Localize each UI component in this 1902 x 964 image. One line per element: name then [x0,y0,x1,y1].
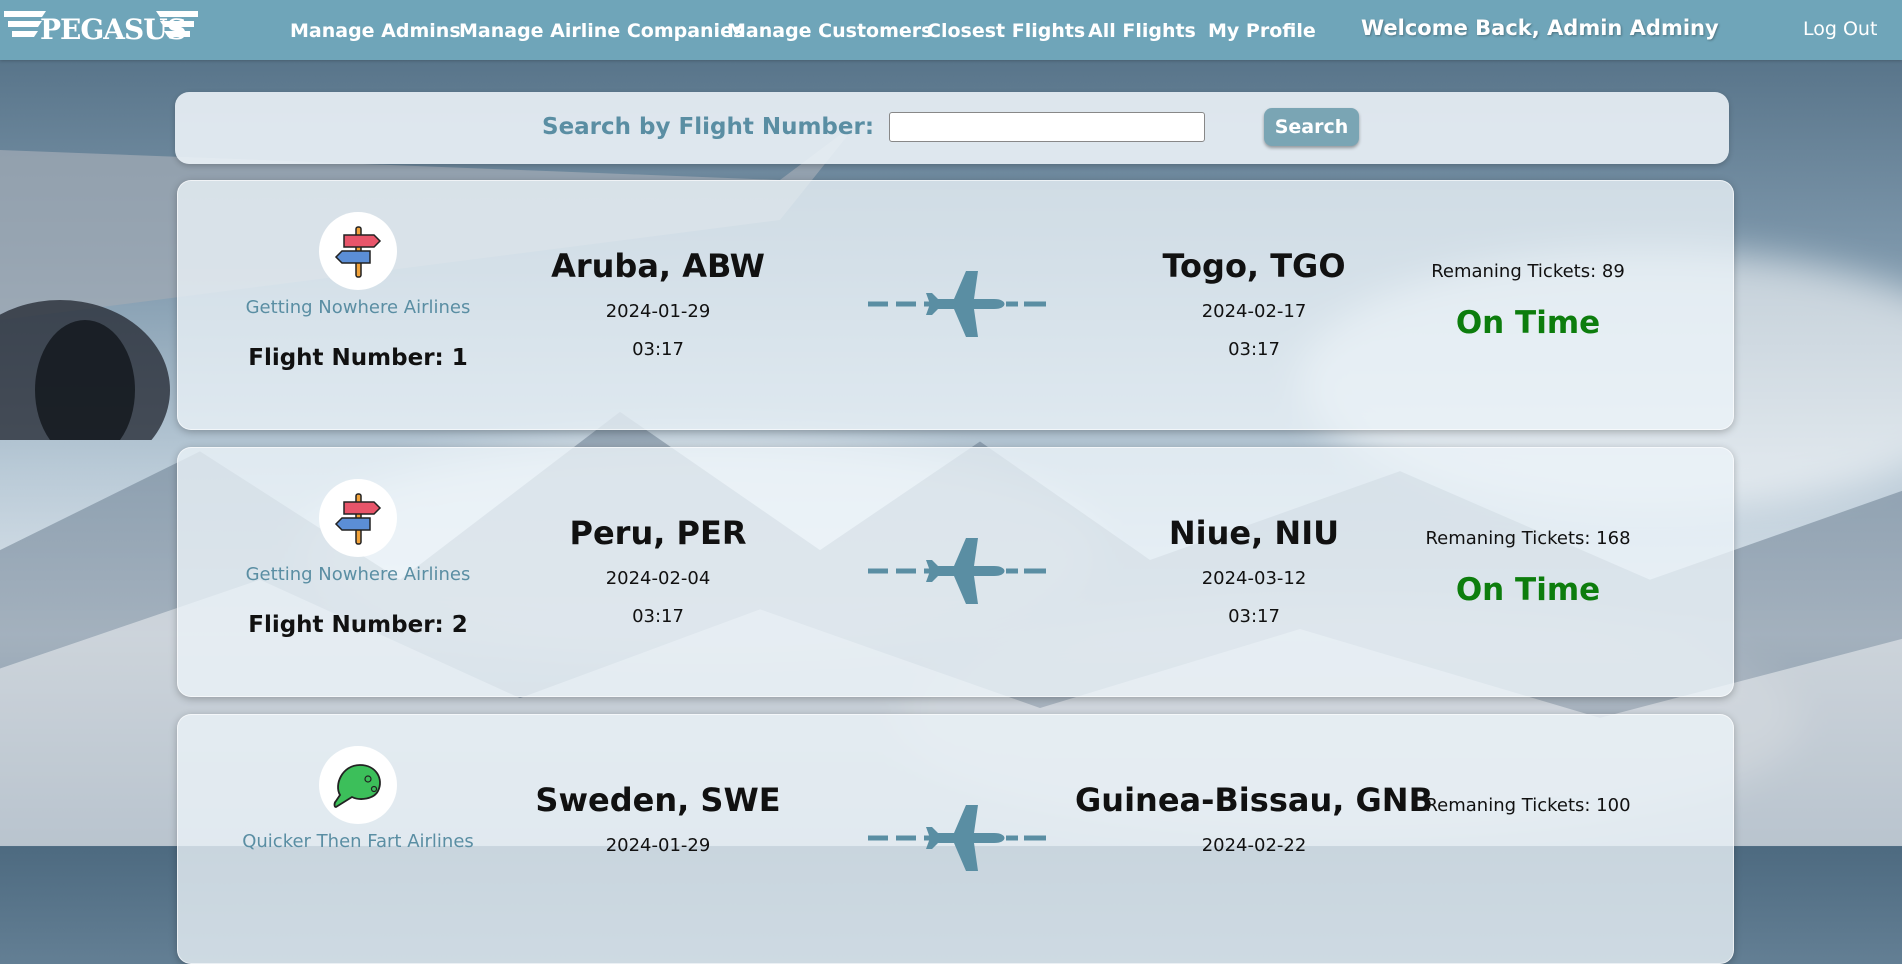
nav-closest-flights[interactable]: Closest Flights [927,20,1085,42]
airline-logo [319,212,397,290]
flight-card[interactable]: Getting Nowhere Airlines Flight Number: … [177,180,1734,430]
destination: Guinea-Bissau, GNB [1075,781,1433,819]
logo-text: PEGASUS [40,13,187,46]
remaining-tickets: Remaning Tickets: 168 [1425,528,1631,549]
arrival-time: 03:17 [1228,606,1280,627]
airline-logo [319,746,397,824]
logout-link[interactable]: Log Out [1803,18,1877,40]
navbar: PEGASUS Manage Admins Manage Airline Com… [0,0,1902,60]
flight-status: On Time [1455,305,1601,341]
origin: Aruba, ABW [551,247,765,285]
nav-manage-airline-companies[interactable]: Manage Airline Companies [459,20,744,42]
remaining-tickets: Remaning Tickets: 89 [1431,261,1625,282]
nav-manage-admins[interactable]: Manage Admins [290,20,461,42]
destination: Niue, NIU [1168,514,1340,552]
arrival-time: 03:17 [1228,339,1280,360]
destination: Togo, TGO [1162,247,1346,285]
search-button[interactable]: Search [1264,108,1359,146]
flight-number-search-input[interactable] [889,112,1205,142]
origin: Sweden, SWE [535,781,781,819]
airline-logo [319,479,397,557]
arrival-date: 2024-03-12 [1201,568,1307,589]
pegasus-logo[interactable]: PEGASUS [0,5,202,49]
departure-time: 03:17 [632,339,684,360]
remaining-tickets: Remaning Tickets: 100 [1425,795,1631,816]
departure-date: 2024-01-29 [605,301,711,322]
nav-manage-customers[interactable]: Manage Customers [727,20,932,42]
airplane-icon [868,271,1046,337]
welcome-message: Welcome Back, Admin Adminy [1361,16,1719,40]
flight-card[interactable]: Getting Nowhere Airlines Flight Number: … [177,447,1734,697]
airplane-icon [868,538,1046,604]
signpost-icon [334,226,382,278]
flight-status: On Time [1455,572,1601,608]
search-label: Search by Flight Number: [542,114,875,140]
search-panel: Search by Flight Number: Search [175,92,1729,164]
nav-all-flights[interactable]: All Flights [1088,20,1196,42]
flight-card[interactable]: Quicker Then Fart Airlines Sweden, SWE 2… [177,714,1734,964]
departure-date: 2024-02-04 [605,568,711,589]
arrival-date: 2024-02-17 [1201,301,1307,322]
green-cap-icon [333,764,381,808]
departure-time: 03:17 [632,606,684,627]
signpost-icon [334,493,382,545]
airplane-icon [868,805,1046,871]
nav-my-profile[interactable]: My Profile [1208,20,1316,42]
origin: Peru, PER [569,514,747,552]
